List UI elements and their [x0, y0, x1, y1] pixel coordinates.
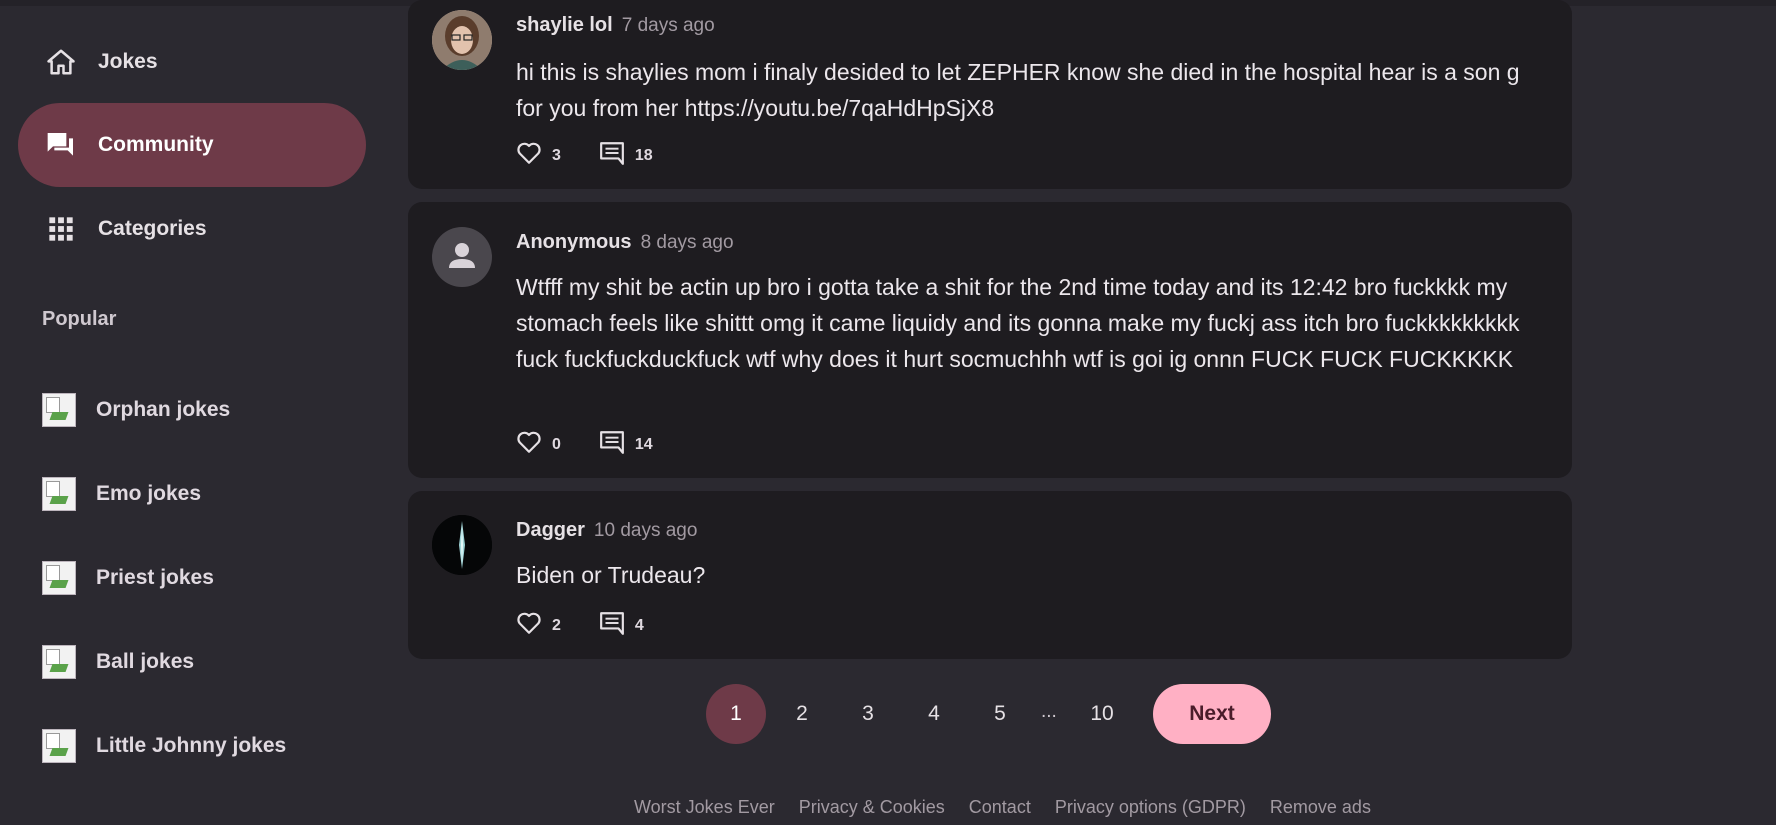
popular-item-ball-jokes[interactable]: Ball jokes: [42, 642, 194, 682]
footer-link-remove-ads[interactable]: Remove ads: [1270, 797, 1371, 818]
comment-button[interactable]: 4: [599, 611, 644, 640]
page-10-button[interactable]: 10: [1072, 684, 1132, 744]
next-page-button[interactable]: Next: [1153, 684, 1271, 744]
like-button[interactable]: 2: [516, 611, 561, 640]
like-button[interactable]: 0: [516, 430, 561, 459]
comment-button[interactable]: 14: [599, 430, 653, 459]
nav-jokes[interactable]: Jokes: [18, 20, 366, 104]
post-time: 7 days ago: [621, 15, 715, 36]
post-actions: 2 4: [516, 611, 644, 640]
comment-count: 14: [634, 435, 653, 453]
user-avatar[interactable]: [432, 515, 492, 575]
footer: Worst Jokes Ever Privacy & Cookies Conta…: [634, 797, 1395, 818]
heart-icon: [516, 611, 542, 640]
author-name[interactable]: shaylie lol: [516, 14, 613, 37]
popular-heading: Popular: [42, 308, 117, 330]
broken-image-icon: [42, 645, 76, 679]
comment-button[interactable]: 18: [599, 141, 653, 170]
page-2-button[interactable]: 2: [772, 684, 832, 744]
footer-link-privacy-cookies[interactable]: Privacy & Cookies: [799, 797, 945, 818]
comment-icon: [599, 611, 625, 640]
popular-item-label: Ball jokes: [96, 650, 195, 673]
heart-icon: [516, 141, 542, 170]
nav-categories-label: Categories: [98, 217, 207, 240]
forum-icon: [44, 128, 78, 162]
post-header: shaylie lol 7 days ago: [516, 14, 715, 37]
comment-icon: [599, 430, 625, 459]
popular-item-emo-jokes[interactable]: Emo jokes: [42, 474, 201, 514]
comment-icon: [599, 141, 625, 170]
nav-community[interactable]: Community: [18, 103, 366, 187]
heart-icon: [516, 430, 542, 459]
post-card: Anonymous 8 days ago Wtfff my shit be ac…: [408, 202, 1572, 478]
like-button[interactable]: 3: [516, 141, 561, 170]
page-1-button[interactable]: 1: [706, 684, 766, 744]
author-name[interactable]: Dagger: [516, 519, 585, 542]
popular-item-orphan-jokes[interactable]: Orphan jokes: [42, 390, 230, 430]
home-icon: [44, 45, 78, 79]
post-body: Wtfff my shit be actin up bro i gotta ta…: [516, 274, 1520, 372]
popular-item-label: Orphan jokes: [96, 398, 231, 421]
footer-link-worst-jokes-ever[interactable]: Worst Jokes Ever: [634, 797, 775, 818]
page-5-button[interactable]: 5: [970, 684, 1030, 744]
post-body: Biden or Trudeau?: [516, 562, 706, 588]
post-actions: 0 14: [516, 430, 653, 459]
broken-image-icon: [42, 561, 76, 595]
page-3-button[interactable]: 3: [838, 684, 898, 744]
nav-jokes-label: Jokes: [98, 50, 158, 73]
broken-image-icon: [42, 477, 76, 511]
comment-count: 4: [634, 616, 644, 634]
pagination: 1 2 3 4 5 ... 10 Next: [0, 684, 1776, 744]
post-header: Dagger 10 days ago: [516, 519, 697, 542]
grid-icon: [44, 212, 78, 246]
anonymous-avatar-icon[interactable]: [432, 227, 492, 287]
footer-link-contact[interactable]: Contact: [969, 797, 1031, 818]
like-count: 0: [552, 435, 561, 453]
pagination-ellipsis: ...: [1041, 701, 1057, 722]
post-time: 8 days ago: [640, 232, 734, 253]
post-card: Dagger 10 days ago Biden or Trudeau? 2 4: [408, 491, 1572, 659]
page-4-button[interactable]: 4: [904, 684, 964, 744]
like-count: 3: [552, 146, 561, 164]
popular-item-label: Priest jokes: [96, 566, 214, 589]
popular-item-label: Emo jokes: [96, 482, 202, 505]
post-time: 10 days ago: [593, 520, 698, 541]
nav-community-label: Community: [98, 133, 214, 156]
like-count: 2: [552, 616, 561, 634]
popular-item-priest-jokes[interactable]: Priest jokes: [42, 558, 214, 598]
post-card: shaylie lol 7 days ago hi this is shayli…: [408, 0, 1572, 189]
post-body: hi this is shaylies mom i finaly desided…: [516, 59, 1520, 121]
nav-categories[interactable]: Categories: [18, 187, 366, 271]
post-header: Anonymous 8 days ago: [516, 231, 734, 254]
user-avatar[interactable]: [432, 10, 492, 70]
post-actions: 3 18: [516, 141, 653, 170]
broken-image-icon: [42, 393, 76, 427]
author-name[interactable]: Anonymous: [516, 231, 632, 254]
comment-count: 18: [634, 146, 653, 164]
footer-link-privacy-options[interactable]: Privacy options (GDPR): [1055, 797, 1246, 818]
